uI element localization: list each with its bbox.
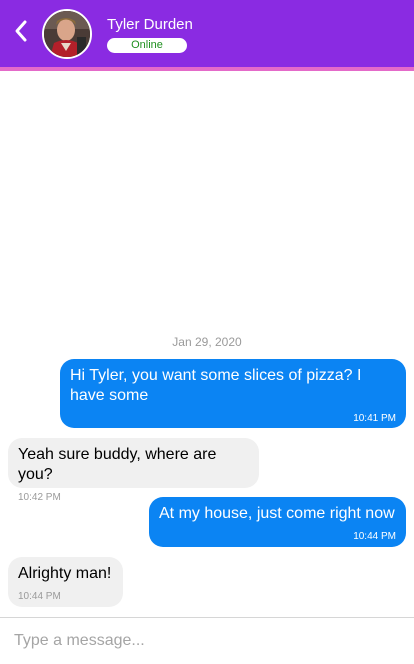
- message-text: Hi Tyler, you want some slices of pizza?…: [70, 367, 362, 404]
- message-bubble-incoming[interactable]: Alrighty man! 10:44 PM: [8, 557, 123, 607]
- message-bubble-incoming[interactable]: Yeah sure buddy, where are you? 10:42 PM: [8, 438, 259, 503]
- chevron-left-icon: [14, 19, 28, 48]
- back-button[interactable]: [8, 17, 34, 49]
- message-input[interactable]: [0, 618, 414, 664]
- message-text: Alrighty man!: [18, 565, 112, 582]
- chat-header: Tyler Durden Online: [0, 0, 414, 67]
- message-time: 10:44 PM: [18, 591, 61, 602]
- message-time: 10:41 PM: [353, 413, 396, 424]
- message-time: 10:44 PM: [353, 531, 396, 542]
- contact-name: Tyler Durden: [107, 16, 193, 33]
- message-bubble-outgoing[interactable]: At my house, just come right now 10:44 P…: [149, 497, 406, 547]
- message-list[interactable]: Jan 29, 2020 Hi Tyler, you want some sli…: [0, 71, 414, 617]
- message-bubble-outgoing[interactable]: Hi Tyler, you want some slices of pizza?…: [60, 359, 406, 428]
- message-text: Yeah sure buddy, where are you?: [18, 446, 217, 483]
- status-badge: Online: [107, 38, 187, 53]
- message-composer: [0, 617, 414, 664]
- message-text: At my house, just come right now: [159, 505, 395, 522]
- date-divider: Jan 29, 2020: [172, 335, 242, 349]
- avatar[interactable]: [42, 9, 92, 59]
